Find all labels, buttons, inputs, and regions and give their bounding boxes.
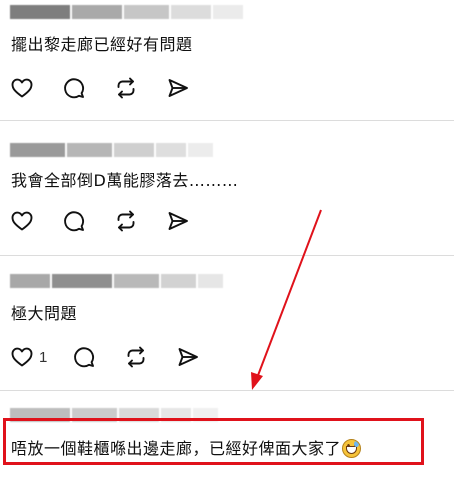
like-button[interactable] xyxy=(10,209,34,233)
repost-button[interactable] xyxy=(124,345,148,369)
blurred-username xyxy=(10,143,213,157)
action-bar: 1 xyxy=(10,345,200,369)
divider xyxy=(0,120,454,121)
blurred-username xyxy=(10,5,243,19)
send-icon xyxy=(178,348,199,366)
heart-icon xyxy=(11,211,33,231)
comment-text: 擺出黎走廊已經好有問題 xyxy=(11,35,193,54)
comment-text: 極大問題 xyxy=(11,304,78,323)
send-icon xyxy=(168,79,188,97)
heart-icon xyxy=(11,347,33,367)
comment-text: 我會全部倒D萬能膠落去……… xyxy=(11,171,239,190)
send-icon xyxy=(168,212,188,230)
reply-button[interactable] xyxy=(62,209,86,233)
comment-bubble-icon xyxy=(64,78,85,99)
repost-icon xyxy=(117,210,135,232)
action-bar xyxy=(10,76,190,100)
reply-button[interactable] xyxy=(72,345,96,369)
reply-button[interactable] xyxy=(62,76,86,100)
heart-icon xyxy=(11,78,33,98)
annotation-highlight-box xyxy=(3,418,424,465)
like-button[interactable] xyxy=(10,76,34,100)
comment-bubble-icon xyxy=(64,211,85,232)
share-button[interactable] xyxy=(166,76,190,100)
like-count: 1 xyxy=(39,348,48,366)
divider xyxy=(0,390,454,391)
action-bar xyxy=(10,209,190,233)
repost-icon xyxy=(127,346,145,368)
repost-icon xyxy=(117,77,135,99)
share-button[interactable] xyxy=(166,209,190,233)
annotation-arrow xyxy=(251,209,322,390)
repost-button[interactable] xyxy=(114,76,138,100)
blurred-username xyxy=(10,274,223,288)
repost-button[interactable] xyxy=(114,209,138,233)
divider xyxy=(0,255,454,256)
share-button[interactable] xyxy=(176,345,200,369)
like-button[interactable]: 1 xyxy=(10,345,47,369)
comment-bubble-icon xyxy=(74,347,95,368)
